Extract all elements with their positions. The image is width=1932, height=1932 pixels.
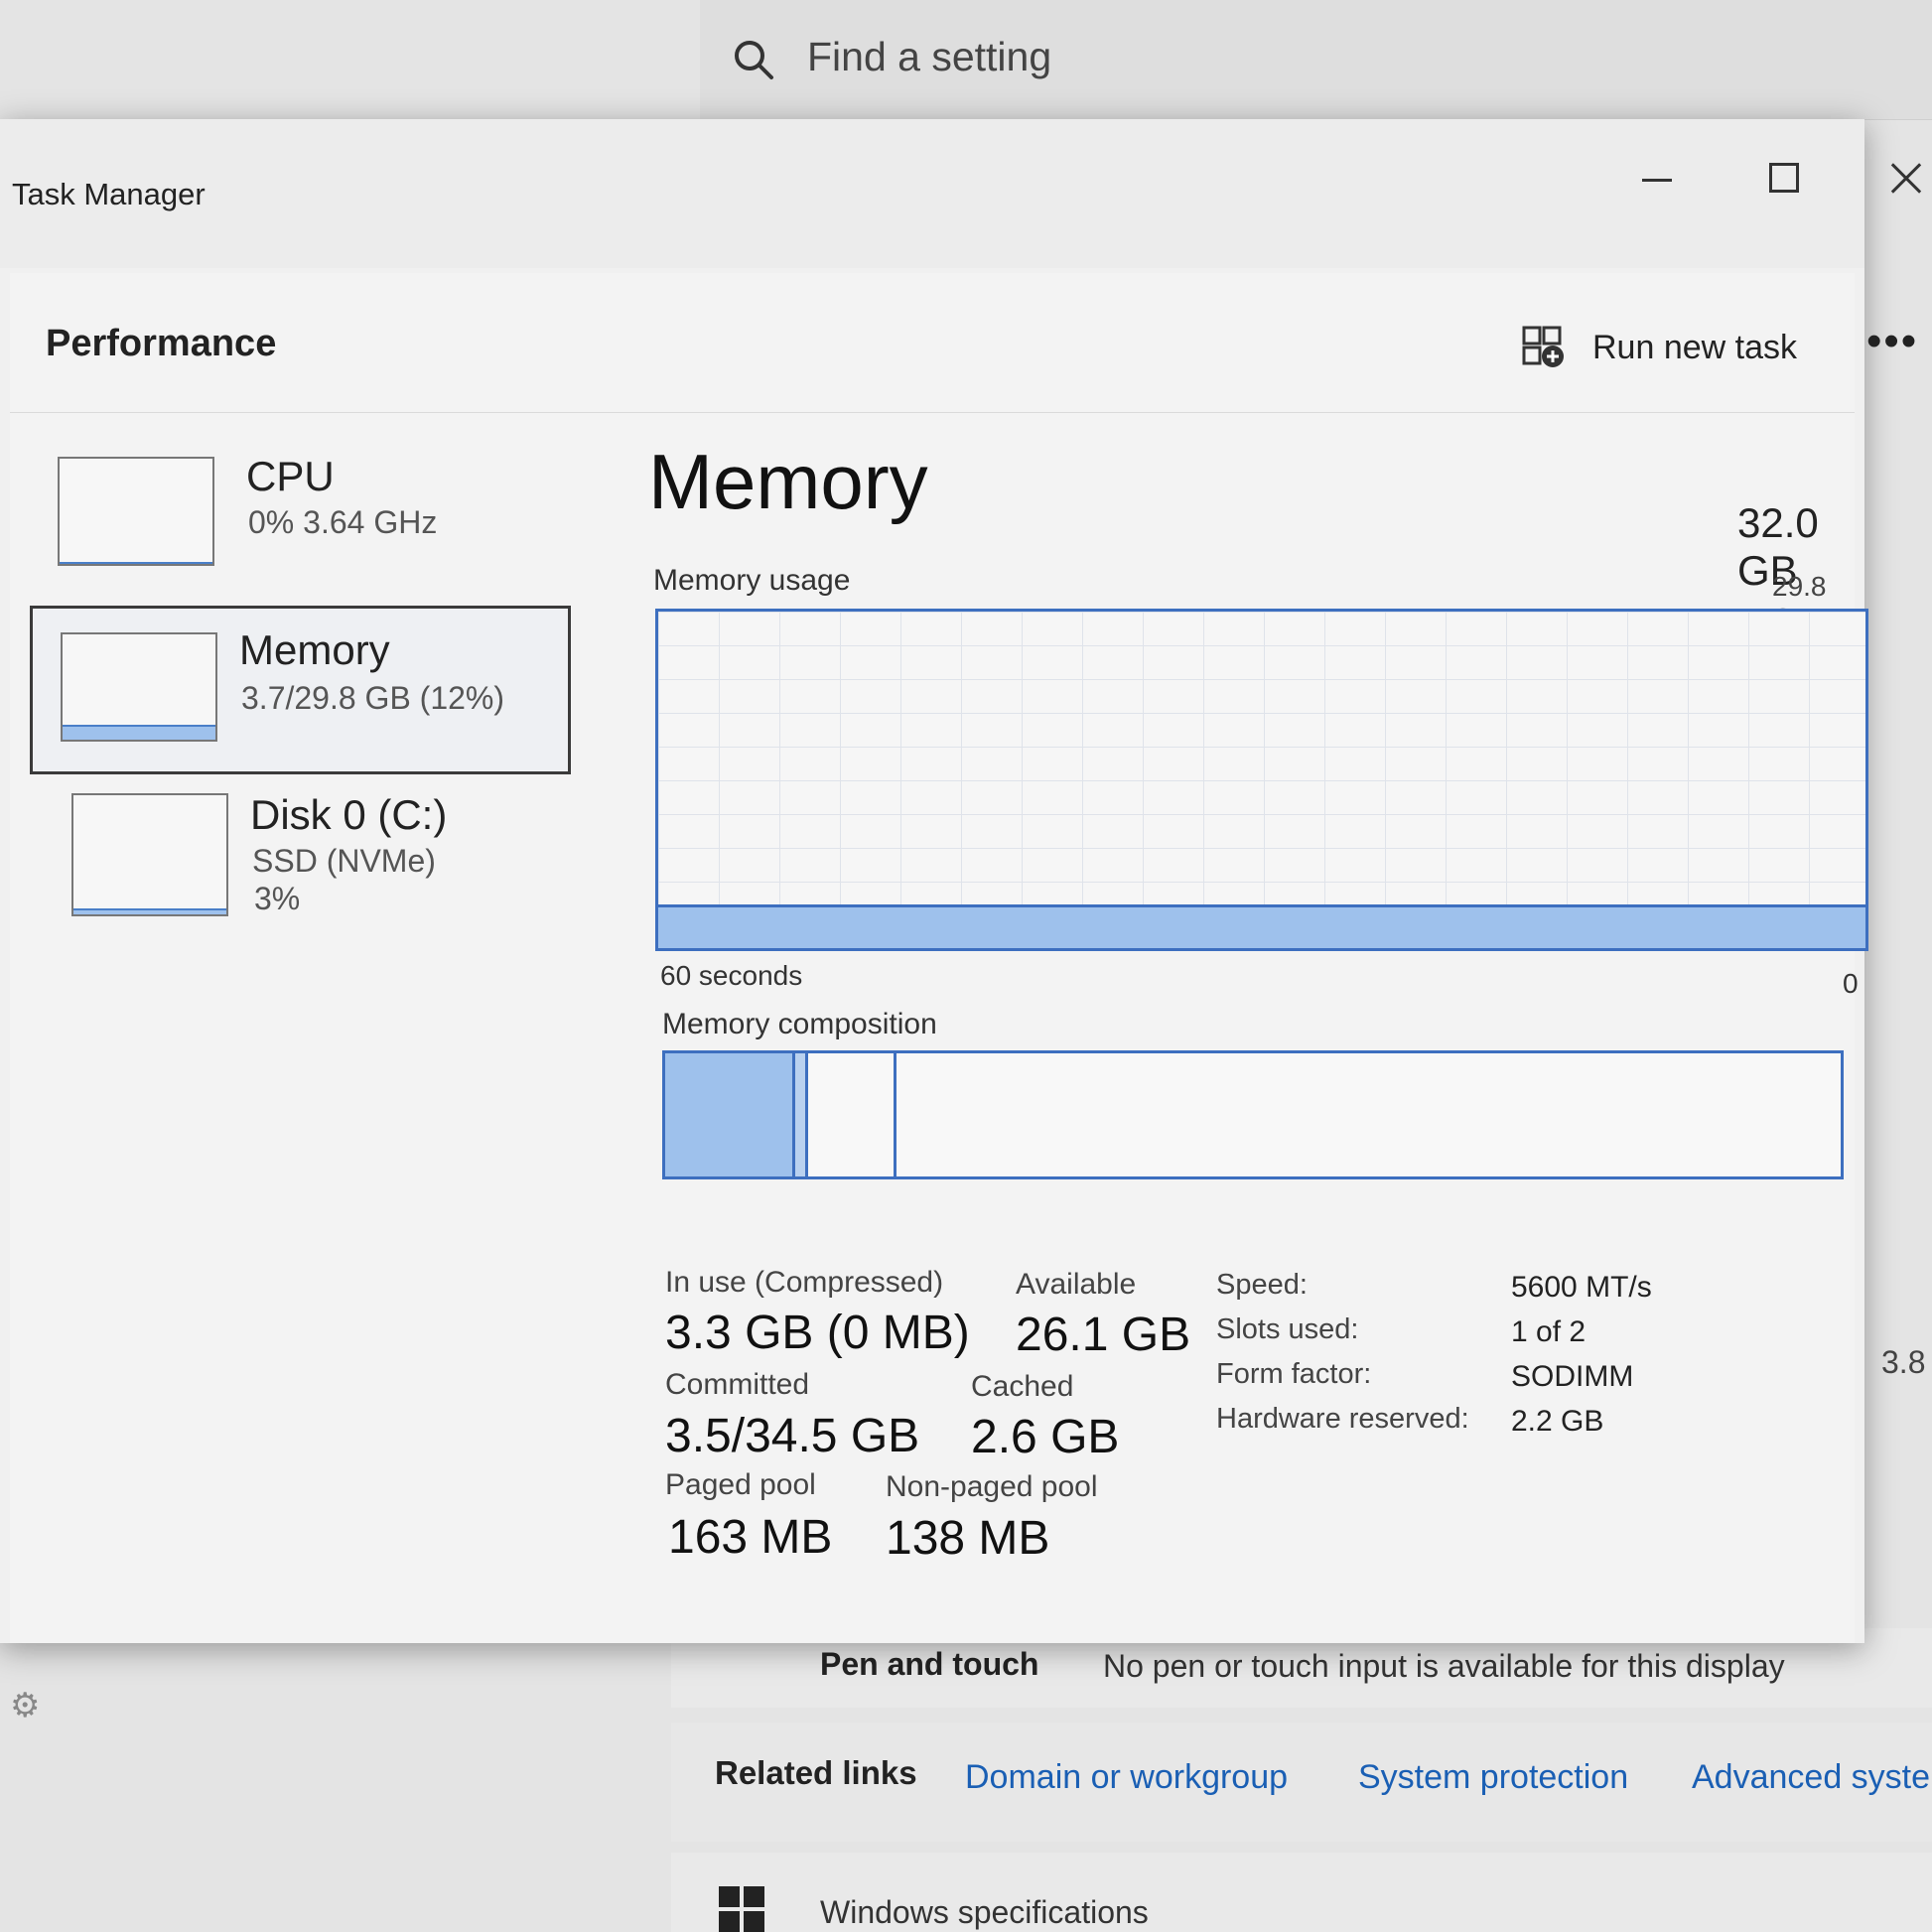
- hardware-reserved-value: 2.2 GB: [1511, 1405, 1604, 1438]
- sidebar-item-memory[interactable]: Memory 3.7/29.8 GB (12%): [30, 606, 571, 774]
- graph-time-zero: 0: [1843, 968, 1859, 999]
- windows-specifications-label: Windows specifications: [820, 1894, 1149, 1930]
- in-use-label: In use (Compressed): [665, 1266, 944, 1299]
- speed-value: 5600 MT/s: [1511, 1271, 1652, 1304]
- non-paged-pool-value: 138 MB: [886, 1512, 1050, 1565]
- settings-search-box[interactable]: Find a setting: [700, 0, 1932, 120]
- composition-segment-in-use: [665, 1053, 796, 1176]
- link-domain-or-workgroup[interactable]: Domain or workgroup: [965, 1758, 1288, 1797]
- paged-pool-label: Paged pool: [665, 1468, 816, 1501]
- memory-heading: Memory: [648, 438, 928, 525]
- more-options-button[interactable]: •••: [1866, 317, 1918, 366]
- memory-usage-label: Memory usage: [653, 564, 851, 597]
- pen-and-touch-label: Pen and touch: [820, 1646, 1039, 1682]
- cpu-thumbnail-fill: [60, 562, 212, 564]
- performance-header: Performance Run new task •••: [10, 273, 1916, 413]
- link-advanced-system[interactable]: Advanced system: [1692, 1758, 1932, 1797]
- memory-thumbnail-graph: [61, 632, 217, 742]
- windows-specifications-row[interactable]: Windows specifications: [671, 1853, 1932, 1932]
- paged-pool-value: 163 MB: [668, 1511, 833, 1564]
- run-new-task-icon: [1522, 326, 1564, 367]
- maximize-button[interactable]: [1747, 149, 1817, 208]
- sidebar-item-label: CPU: [246, 453, 335, 499]
- composition-segment-free: [897, 1053, 1841, 1176]
- in-use-value: 3.3 GB (0 MB): [665, 1307, 970, 1359]
- pen-and-touch-value: No pen or touch input is available for t…: [1103, 1648, 1785, 1684]
- sidebar-item-detail: 3.7/29.8 GB (12%): [241, 680, 505, 716]
- non-paged-pool-label: Non-paged pool: [886, 1470, 1098, 1503]
- memory-usage-fill: [658, 904, 1865, 948]
- form-factor-value: SODIMM: [1511, 1360, 1634, 1393]
- related-links-label: Related links: [715, 1754, 917, 1791]
- task-manager-window: Task Manager Performance Run new task ••…: [0, 119, 1916, 1725]
- search-placeholder: Find a setting: [807, 34, 1052, 79]
- composition-segment-standby: [808, 1053, 897, 1176]
- background-edge-text: 3.8: [1881, 1344, 1926, 1380]
- windows-logo-icon: [719, 1886, 764, 1932]
- cpu-thumbnail-graph: [58, 457, 214, 566]
- memory-composition-bar: [662, 1050, 1844, 1179]
- performance-page: Performance Run new task ••• CPU 0% 3.64…: [10, 273, 1916, 1725]
- memory-thumbnail-fill: [63, 725, 215, 740]
- committed-value: 3.5/34.5 GB: [665, 1410, 920, 1462]
- speed-label: Speed:: [1216, 1269, 1308, 1301]
- run-new-task-label: Run new task: [1592, 329, 1797, 366]
- title-bar[interactable]: Task Manager: [0, 119, 1864, 268]
- sidebar-item-detail: 0% 3.64 GHz: [248, 504, 438, 540]
- committed-label: Committed: [665, 1368, 810, 1401]
- sidebar-item-label: Disk 0 (C:): [250, 791, 448, 838]
- disk-thumbnail-fill: [73, 908, 226, 914]
- available-value: 26.1 GB: [1016, 1309, 1191, 1361]
- composition-segment-modified: [795, 1053, 809, 1176]
- form-factor-label: Form factor:: [1216, 1358, 1372, 1390]
- page-title: Performance: [46, 323, 277, 364]
- memory-composition-label: Memory composition: [662, 1008, 937, 1040]
- available-label: Available: [1016, 1268, 1137, 1301]
- cached-value: 2.6 GB: [971, 1411, 1120, 1463]
- cached-label: Cached: [971, 1370, 1074, 1403]
- sidebar-item-cpu[interactable]: CPU 0% 3.64 GHz: [30, 447, 571, 606]
- memory-usage-graph: [655, 609, 1868, 951]
- minimize-button[interactable]: [1624, 149, 1694, 208]
- slots-used-label: Slots used:: [1216, 1313, 1359, 1345]
- sidebar-item-label: Memory: [239, 626, 390, 673]
- sidebar-item-disk[interactable]: Disk 0 (C:) SSD (NVMe) 3%: [30, 779, 571, 958]
- graph-time-span: 60 seconds: [660, 960, 803, 991]
- search-icon: [735, 41, 773, 79]
- disk-thumbnail-graph: [71, 793, 228, 916]
- hardware-reserved-label: Hardware reserved:: [1216, 1403, 1469, 1435]
- link-system-protection[interactable]: System protection: [1358, 1758, 1628, 1797]
- window-title: Task Manager: [12, 177, 206, 211]
- sidebar-item-usage: 3%: [254, 881, 301, 916]
- close-button[interactable]: [1874, 149, 1932, 208]
- settings-gear-icon[interactable]: ⚙: [10, 1686, 40, 1725]
- slots-used-value: 1 of 2: [1511, 1315, 1587, 1348]
- related-links-row: Related links Domain or workgroup System…: [671, 1723, 1932, 1842]
- sidebar-item-detail: SSD (NVMe): [252, 843, 436, 879]
